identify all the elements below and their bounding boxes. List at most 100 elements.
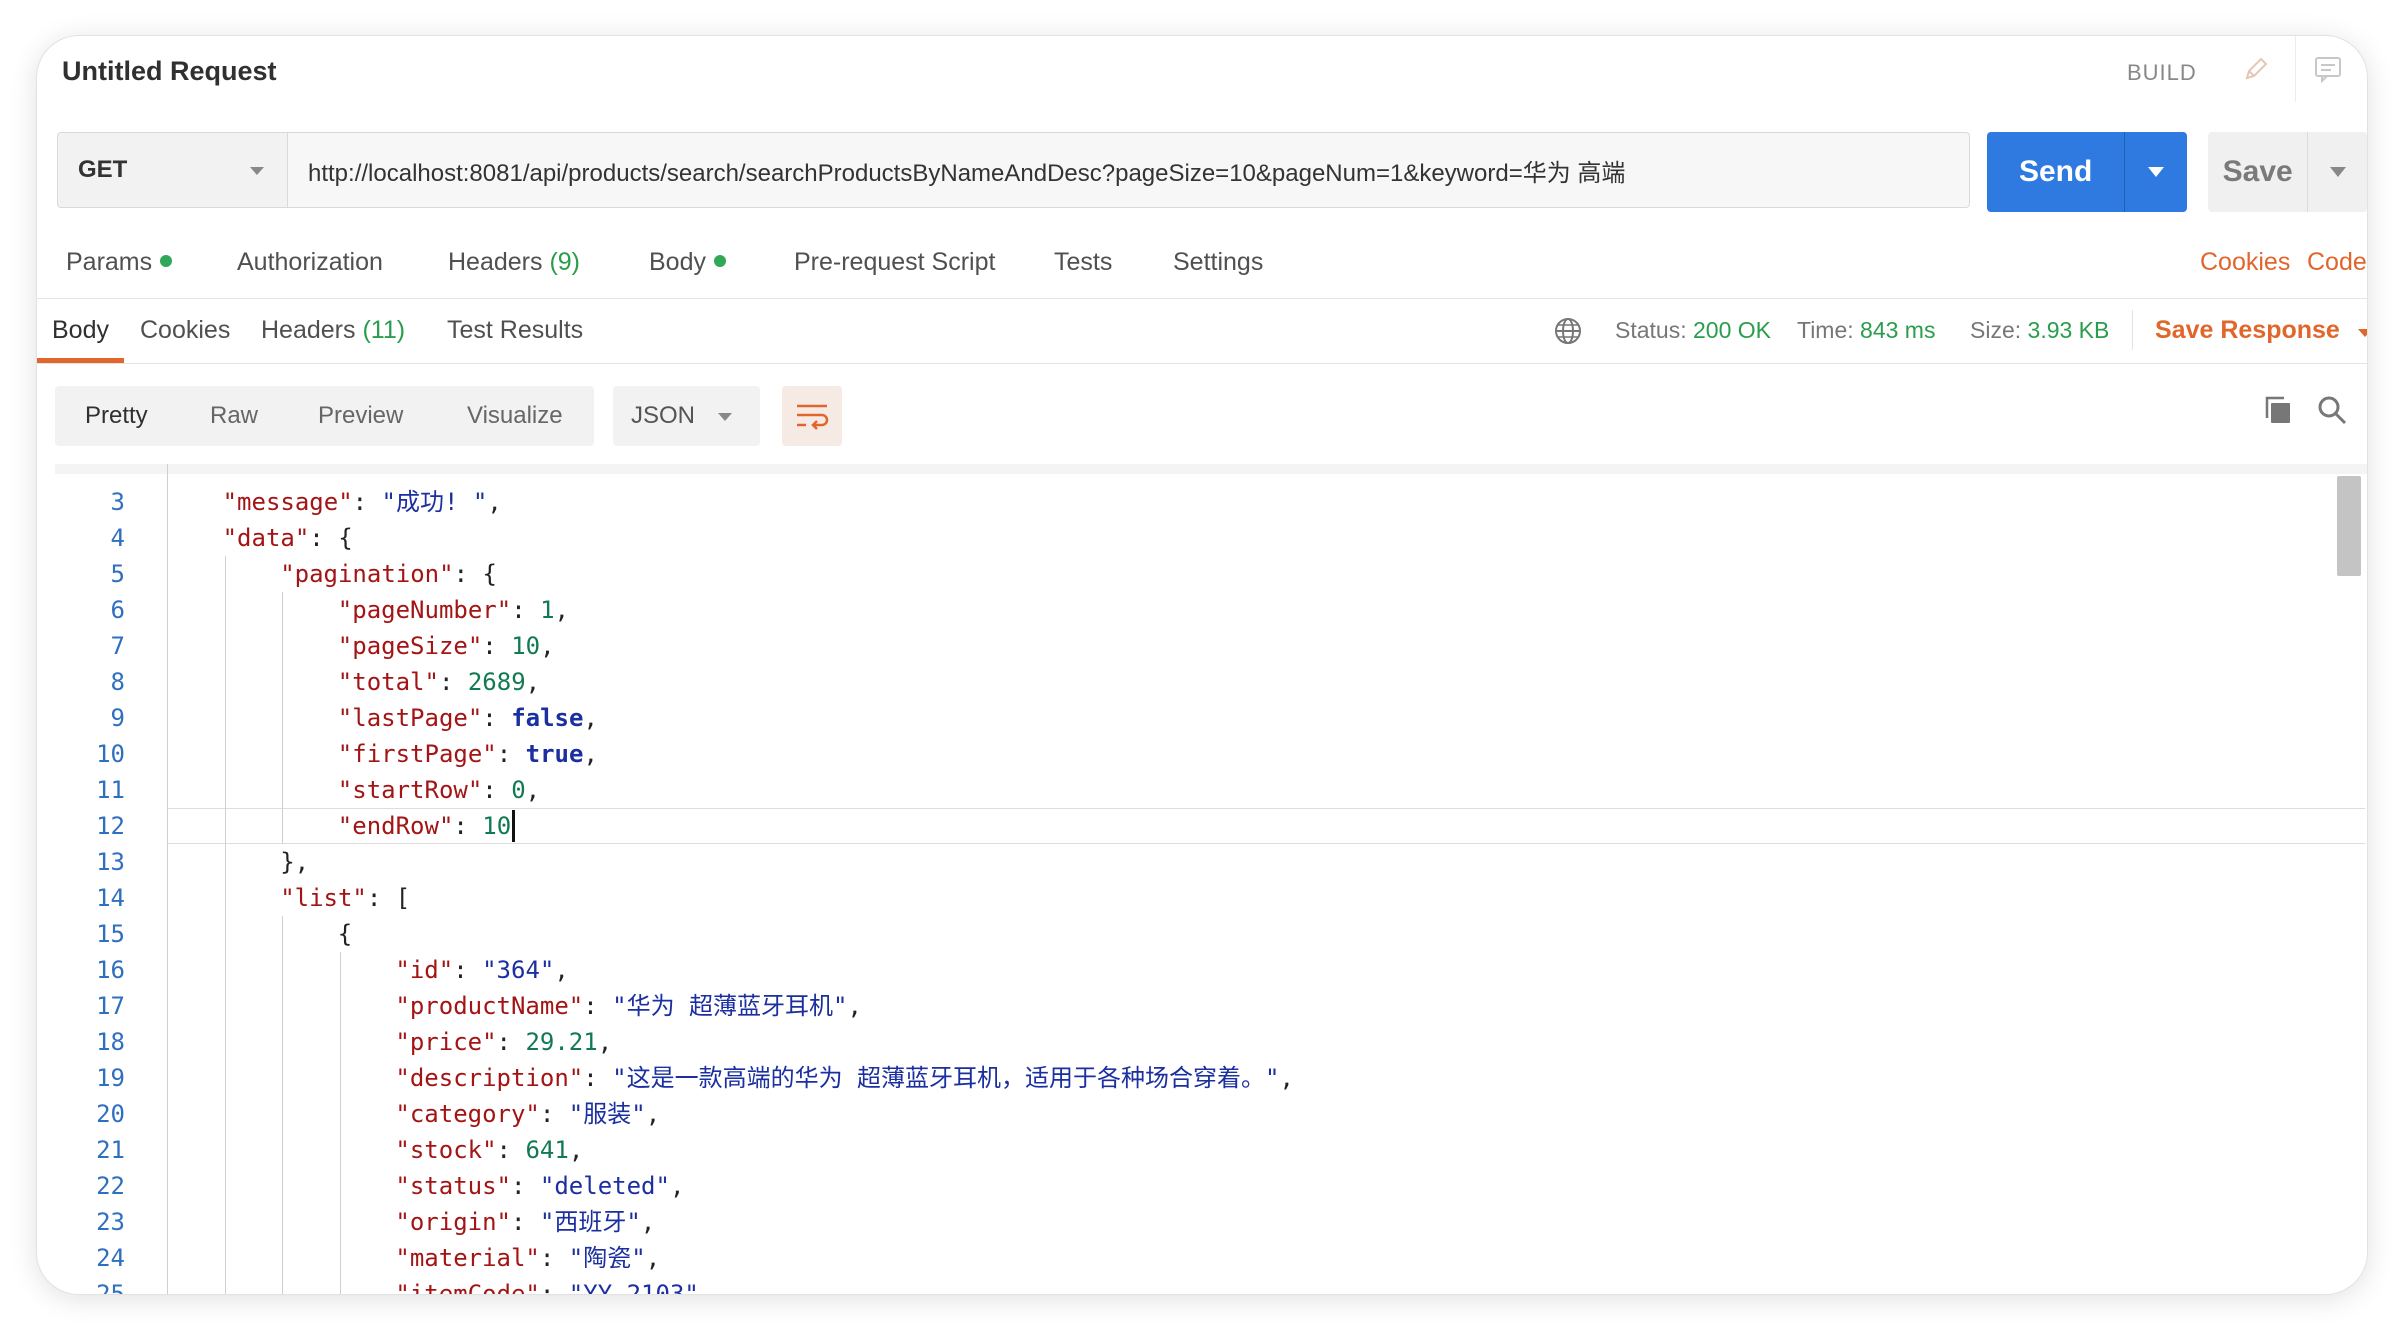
code-text: "pageNumber": 1, [338,592,569,628]
code-token: : [352,488,382,516]
code-text: }, [280,844,309,880]
response-size: Size: 3.93 KB [1970,317,2110,343]
editor-scroll-shadow [55,464,2367,474]
tab-body[interactable]: Body [649,248,726,277]
code-token: 0 [511,776,526,804]
code-token: : [482,776,512,804]
code-token: true [525,740,584,768]
code-line: 7 "pageSize": 10, [55,628,2367,664]
code-token: : [539,1100,569,1128]
code-token: , [525,776,541,804]
line-number: 5 [110,560,125,588]
code-token: : [ [366,884,411,912]
line-number: 19 [96,1064,125,1092]
code-line: 6 "pageNumber": 1, [55,592,2367,628]
code-line: 20 "category": "服装", [55,1096,2367,1132]
code-token: "total" [337,668,439,696]
postman-window: Untitled Request BUILD GET http://localh… [37,36,2367,1294]
tab-tests[interactable]: Tests [1054,248,1112,277]
url-input[interactable]: http://localhost:8081/api/products/searc… [287,132,1970,208]
wrap-lines-button[interactable] [782,386,842,446]
build-mode-label[interactable]: BUILD [2127,60,2197,86]
code-token: : [510,1172,540,1200]
comment-icon[interactable] [2295,36,2360,102]
wrap-lines-icon [797,404,829,430]
search-icon[interactable] [2316,394,2348,431]
code-token: 2689 [467,668,526,696]
code-token: "itemCode" [395,1280,540,1294]
tab-pre-request-script[interactable]: Pre-request Script [794,248,995,277]
line-number: 13 [96,848,125,876]
code-text: "origin": "西班牙", [395,1204,655,1240]
code-text: "pagination": { [280,556,497,592]
response-tab-body[interactable]: Body [52,316,109,345]
line-number: 6 [110,596,125,624]
code-token: , [568,1136,584,1164]
code-token: "message" [222,488,353,516]
code-text: "productName": "华为 超薄蓝牙耳机", [395,988,862,1024]
code-line: 4 "data": { [55,520,2367,556]
line-number: 16 [96,956,125,984]
send-button[interactable]: Send [1987,132,2124,212]
code-text: "status": "deleted", [395,1168,684,1204]
indent-guide [224,556,226,1294]
method-select[interactable]: GET [57,132,287,208]
code-line: 14 "list": [ [55,880,2367,916]
code-token: "这是一款高端的华为 超薄蓝牙耳机，适用于各种场合穿着。" [612,1064,1280,1092]
response-body-editor[interactable]: 3 "message": "成功! ", 4 "data": {5 "paginatio… [55,464,2367,1294]
code-token: false [511,704,584,732]
tab-authorization[interactable]: Authorization [237,248,383,277]
view-mode-group: Pretty Raw Preview Visualize [55,386,594,446]
code-link[interactable]: Code [2307,248,2367,277]
view-pretty[interactable]: Pretty [85,402,148,430]
line-number: 7 [110,632,125,660]
scrollbar-thumb[interactable] [2337,476,2361,576]
send-options-button[interactable] [2124,132,2187,212]
line-number: 21 [96,1136,125,1164]
pencil-icon[interactable] [2224,36,2288,102]
indent-guide [282,916,284,1294]
divider [2132,310,2133,350]
code-line: 9 "lastPage": false, [55,700,2367,736]
code-text: "id": "364", [395,952,568,988]
view-visualize[interactable]: Visualize [467,402,563,430]
tab-params[interactable]: Params [66,248,173,277]
line-number: 11 [96,776,125,804]
line-number: 9 [110,704,125,732]
request-title[interactable]: Untitled Request [62,56,277,87]
response-tab-cookies[interactable]: Cookies [140,316,230,345]
code-token: : [453,812,483,840]
code-line: 8 "total": 2689, [55,664,2367,700]
code-token: : [583,992,613,1020]
copy-icon[interactable] [2262,394,2294,431]
code-text: "category": "服装", [395,1096,660,1132]
line-number: 12 [96,812,125,840]
response-tab-headers[interactable]: Headers (11) [261,316,405,345]
view-raw[interactable]: Raw [210,402,258,430]
editor-scrollbar[interactable] [2337,476,2361,576]
globe-icon[interactable] [1553,316,1583,352]
code-token: { [337,920,353,948]
code-token: "status" [395,1172,511,1200]
chevron-down-icon [2357,329,2367,337]
save-options-button[interactable] [2307,132,2367,212]
code-line: 17 "productName": "华为 超薄蓝牙耳机", [55,988,2367,1024]
tab-headers[interactable]: Headers (9) [448,248,580,277]
code-line: 10 "firstPage": true, [55,736,2367,772]
code-text: "startRow": 0, [338,772,540,808]
code-token: 1 [540,596,555,624]
save-button[interactable]: Save [2208,132,2307,212]
cookies-link[interactable]: Cookies [2200,248,2290,277]
code-text: "material": "陶瓷", [395,1240,660,1276]
chevron-down-icon [2148,167,2165,177]
titlebar: Untitled Request BUILD [37,36,2367,142]
response-tab-test-results[interactable]: Test Results [447,316,583,345]
format-select[interactable]: JSON [613,386,760,446]
code-text: "pageSize": 10, [338,628,555,664]
response-time: Time: 843 ms [1797,317,1936,343]
code-line: 19 "description": "这是一款高端的华为 超薄蓝牙耳机，适用于各种… [55,1060,2367,1096]
code-token: "stock" [395,1136,497,1164]
tab-settings[interactable]: Settings [1173,248,1263,277]
view-preview[interactable]: Preview [318,402,403,430]
save-response-button[interactable]: Save Response [2155,316,2367,345]
